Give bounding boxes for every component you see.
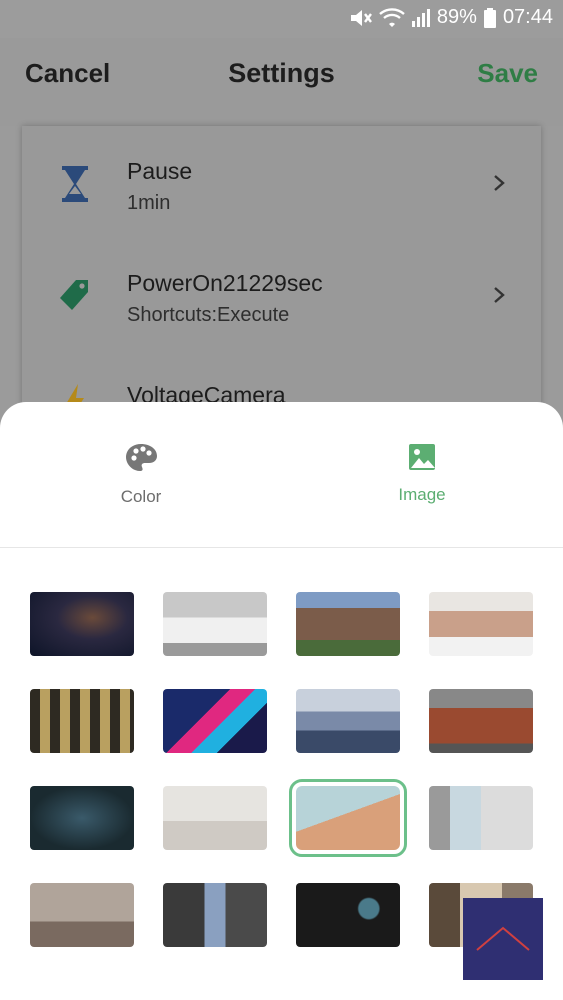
list-item-subtitle: Shortcuts:Execute — [127, 304, 290, 326]
list-item-title: Pause — [127, 158, 193, 184]
status-bar: 89% 07:44 — [0, 0, 563, 38]
thumbnail-vinyl-record[interactable] — [296, 883, 400, 947]
thumbnail-neon-keyboard[interactable] — [163, 689, 267, 753]
chevron-right-icon — [494, 287, 505, 303]
tab-divider — [0, 547, 563, 548]
hourglass-icon — [62, 166, 88, 202]
settings-list: Pause 1min PowerOn21229sec Shortcuts:Exe… — [22, 126, 541, 426]
thumbnail-suburban-house[interactable] — [296, 592, 400, 656]
list-item-title: PowerOn21229sec — [127, 270, 323, 296]
thumbnail-misty-forest[interactable] — [296, 689, 400, 753]
thumbnail-modern-house[interactable] — [163, 592, 267, 656]
clock: 07:44 — [502, 6, 553, 28]
tab-image[interactable]: Image — [352, 442, 492, 505]
battery-percent: 89% — [436, 6, 477, 28]
app-header: Cancel Settings Save — [0, 38, 563, 126]
thumbnail-game-controller[interactable] — [30, 786, 134, 850]
thumbnail-living-room[interactable] — [30, 883, 134, 947]
mute-icon — [350, 9, 372, 26]
tab-color[interactable]: Color — [71, 442, 211, 507]
thumbnail-office-building-night[interactable] — [30, 689, 134, 753]
list-item-poweron[interactable]: PowerOn21229sec Shortcuts:Execute — [22, 238, 541, 350]
thumbnail-white-bedroom[interactable] — [163, 786, 267, 850]
thumbnail-building-sky-selected[interactable] — [289, 779, 407, 857]
tab-image-label: Image — [398, 485, 446, 504]
thumbnail-family-laptop[interactable] — [429, 592, 533, 656]
tab-color-label: Color — [120, 487, 162, 506]
save-button[interactable]: Save — [477, 58, 538, 89]
thumbnail-galaxy-sky[interactable] — [30, 592, 134, 656]
chevron-up-icon — [476, 926, 530, 951]
scroll-to-top-button[interactable] — [463, 898, 543, 980]
tag-icon — [60, 280, 88, 310]
wifi-icon — [379, 7, 405, 27]
list-item-pause[interactable]: Pause 1min — [22, 126, 541, 238]
list-item-subtitle: 1min — [127, 192, 171, 214]
thumbnail-hotel-bedroom[interactable] — [163, 883, 267, 947]
palette-icon — [126, 444, 157, 471]
image-icon — [409, 444, 435, 470]
chevron-right-icon — [494, 175, 505, 191]
battery-icon — [483, 7, 496, 28]
thumbnail-window-curtains[interactable] — [429, 786, 533, 850]
thumbnail-european-townhouses[interactable] — [429, 689, 533, 753]
signal-icon — [411, 8, 430, 27]
